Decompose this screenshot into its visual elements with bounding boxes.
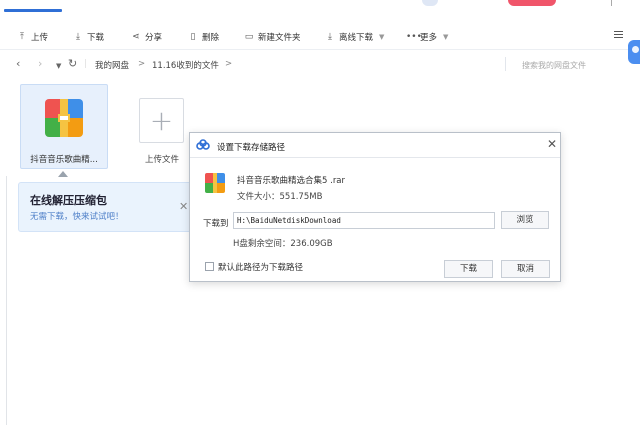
vip-badge[interactable] [508,0,556,6]
offline-download-button[interactable]: ⤓ 离线下载 ▼ [325,31,384,43]
free-space-text: H盘剩余空间：236.09GB [233,239,333,249]
avatar[interactable] [422,0,438,6]
rar-file-icon [205,173,225,193]
download-icon: ⤓ [76,32,80,42]
breadcrumb: ‹ › ▼ ↻ | 我的网盘 > 11.16收到的文件 > 搜索我的网盘文件 [0,54,640,76]
close-icon[interactable]: ✕ [179,200,188,213]
browse-button[interactable]: 浏览 [501,211,549,229]
download-confirm-button[interactable]: 下载 [444,260,493,278]
more-button[interactable]: ••• 更多 ▼ [406,31,448,43]
plus-icon: + [149,104,174,137]
more-icon: ••• [406,32,422,42]
tooltip-subtitle: 无需下载，快来试试吧！ [30,212,124,222]
assistant-widget[interactable] [628,40,640,64]
download-button[interactable]: ⤓ 下载 [73,31,104,43]
more-label: 更多 [420,33,438,43]
delete-icon: ▯ [190,32,196,42]
default-path-checkbox[interactable] [205,262,214,271]
dialog-file-name: 抖音音乐歌曲精选合集5 .rar [237,176,346,186]
new-folder-label: 新建文件夹 [258,33,301,43]
download-path-dialog: 设置下载存储路径 ✕ 抖音音乐歌曲精选合集5 .rar 文件大小：551.75M… [189,132,561,282]
upload-file-label: 上传文件 [144,155,179,165]
file-tile[interactable]: 抖音音乐歌曲精... [20,84,108,169]
close-icon[interactable]: ✕ [547,137,557,151]
share-button[interactable]: ⋖ 分享 [131,31,162,43]
search-input[interactable]: 搜索我的网盘文件 [522,60,586,71]
tooltip-pointer [58,171,68,177]
delete-button[interactable]: ▯ 删除 [188,31,220,43]
extract-online-tooltip[interactable]: 在线解压压缩包 无需下载，快来试试吧！ ✕ [18,182,194,232]
upload-label: 上传 [31,33,49,43]
share-label: 分享 [145,33,163,43]
new-folder-button[interactable]: ▭ 新建文件夹 [244,31,301,43]
window-control-icon[interactable] [604,0,612,6]
upload-button[interactable]: ⤒ 上传 [17,31,48,43]
download-to-label: 下载到 [203,219,229,229]
baidu-cloud-icon [196,139,210,150]
top-header [0,0,640,20]
download-path-input[interactable] [233,212,495,229]
offline-download-label: 离线下载 [339,33,374,43]
divider [6,176,7,425]
new-folder-icon: ▭ [244,32,254,42]
tooltip-title: 在线解压压缩包 [30,194,107,207]
breadcrumb-divider: | [84,59,87,69]
back-icon[interactable]: ‹ [16,58,20,70]
search-divider [505,57,506,71]
breadcrumb-separator: > [225,59,233,69]
breadcrumb-separator: > [138,59,146,69]
breadcrumb-root[interactable]: 我的网盘 [95,59,129,71]
offline-download-icon: ⤓ [328,32,332,42]
download-label: 下载 [87,33,105,43]
assistant-icon [632,46,639,53]
toolbar: ⤒ 上传 ⤓ 下载 ⋖ 分享 ▯ 删除 ▭ 新建文件夹 ⤓ 离线下载 ▼ •••… [0,24,640,50]
dialog-header: 设置下载存储路径 ✕ [190,133,560,158]
active-tab-indicator [4,9,62,12]
upload-icon: ⤒ [20,32,24,42]
rar-file-icon [45,99,83,137]
chevron-down-icon: ▼ [379,33,385,41]
refresh-icon[interactable]: ↻ [68,58,77,70]
dialog-title: 设置下载存储路径 [217,143,286,153]
file-name: 抖音音乐歌曲精... [30,155,98,165]
forward-icon[interactable]: › [38,58,42,70]
delete-label: 删除 [202,33,220,43]
cancel-button[interactable]: 取消 [501,260,550,278]
dialog-file-size: 文件大小：551.75MB [237,192,323,202]
list-view-icon[interactable] [614,31,623,40]
chevron-down-icon: ▼ [443,33,449,41]
upload-file-tile[interactable]: + [139,98,184,143]
default-path-label[interactable]: 默认此路径为下载路径 [218,261,303,273]
share-icon: ⋖ [132,32,140,42]
breadcrumb-folder[interactable]: 11.16收到的文件 [152,59,219,71]
history-dropdown-icon[interactable]: ▼ [56,60,61,72]
